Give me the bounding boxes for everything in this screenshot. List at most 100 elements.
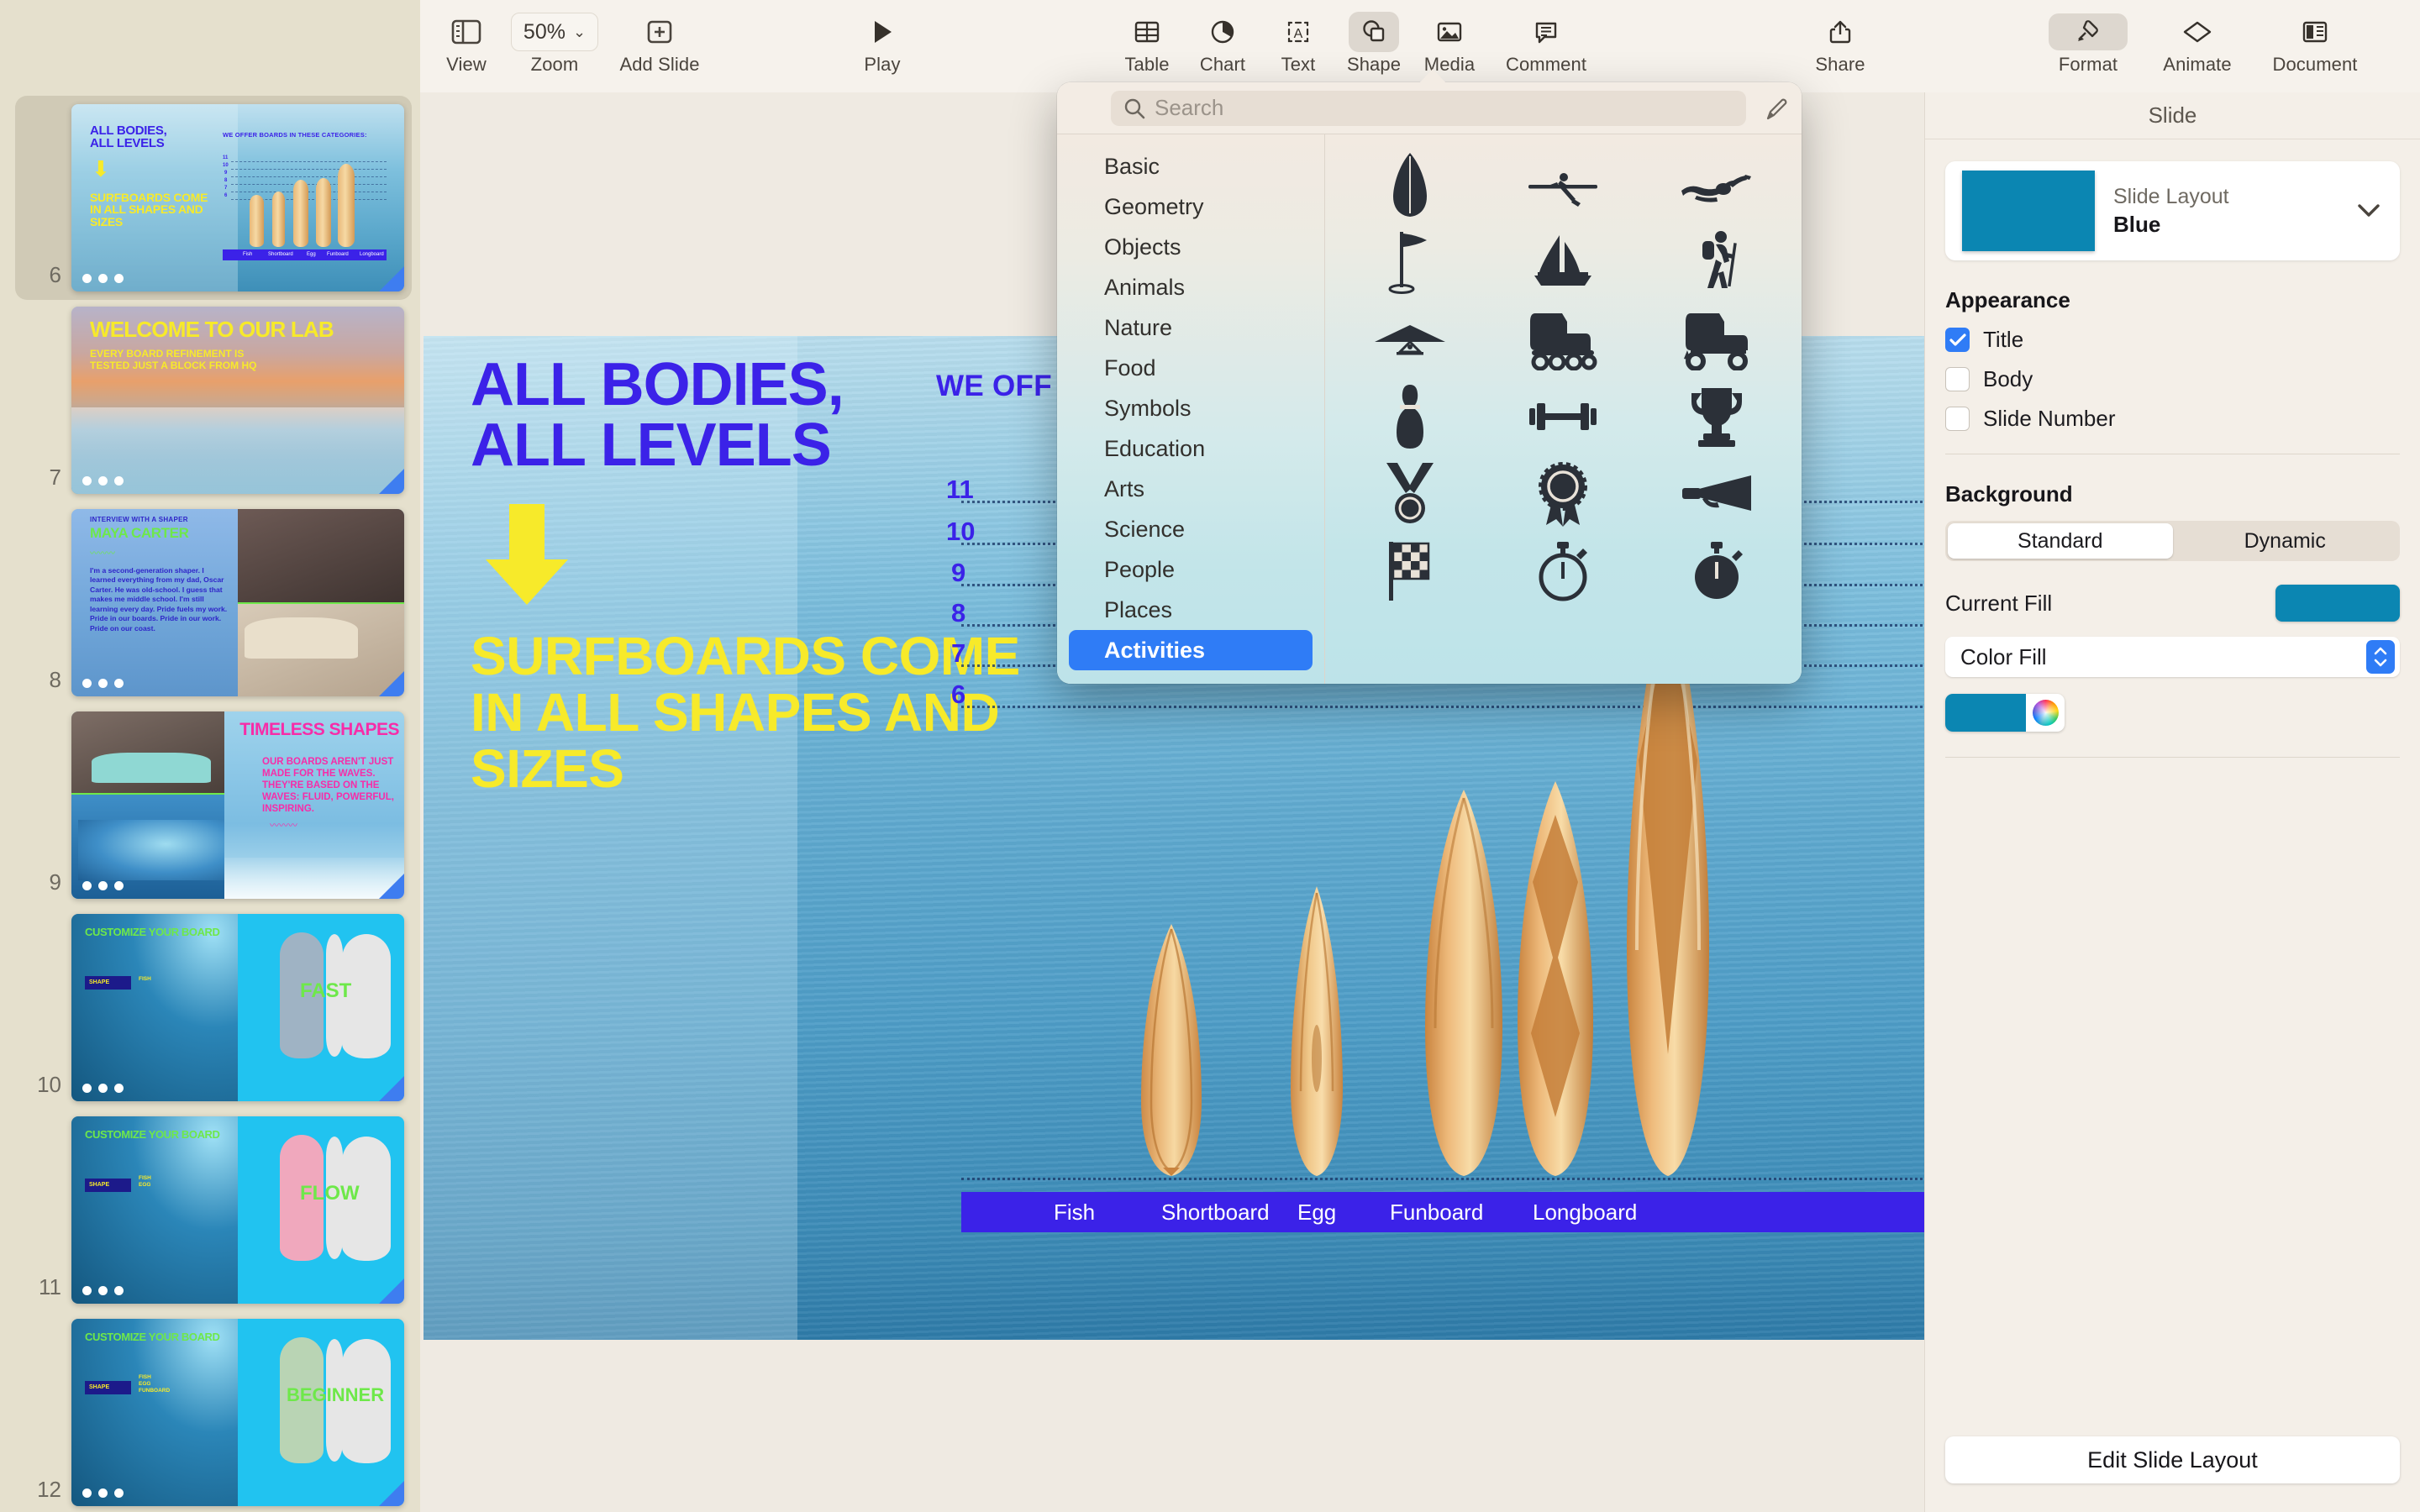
shape-category-people[interactable]: People (1069, 549, 1313, 590)
insert-shape-button[interactable]: Shape (1336, 0, 1412, 76)
appearance-title-row[interactable]: Title (1945, 327, 2400, 353)
shape-category-objects[interactable]: Objects (1069, 227, 1313, 267)
slide-navigator[interactable]: 6 ALL BODIES, ALL LEVELS ⬇ SURFBOARDS COM… (0, 92, 420, 1512)
shape-category-arts[interactable]: Arts (1069, 469, 1313, 509)
slide-layout-label: Slide Layout (2113, 184, 2229, 208)
thumb6-title-blue: ALL BODIES, ALL LEVELS (90, 123, 167, 151)
shape-grid[interactable] (1324, 134, 1802, 684)
medal-shape[interactable] (1334, 455, 1486, 533)
body-checkbox[interactable] (1945, 367, 1970, 391)
sailboat-shape[interactable] (1486, 223, 1639, 301)
share-button[interactable]: Share (1802, 0, 1878, 76)
slide-thumbnail-8[interactable]: INTERVIEW WITH A SHAPER MAYA CARTER 〰〰〰 … (71, 509, 404, 696)
slide-thumbnail-11[interactable]: CUSTOMIZE YOUR BOARD SHAPE FISH EGG FLOW (71, 1116, 404, 1304)
stopwatch-shape[interactable] (1486, 533, 1639, 610)
slide-number-checkbox[interactable] (1945, 407, 1970, 431)
toolbar-navigator-spacer (0, 0, 420, 92)
shape-category-list[interactable]: Basic Geometry Objects Animals Nature Fo… (1057, 134, 1324, 684)
slide-thumbnail-7[interactable]: WELCOME TO OUR LAB EVERY BOARD REFINEMEN… (71, 307, 404, 494)
shape-category-education[interactable]: Education (1069, 428, 1313, 469)
background-mode-segmented[interactable]: Standard Dynamic (1945, 521, 2400, 561)
shape-category-places[interactable]: Places (1069, 590, 1313, 630)
swimming-shape[interactable] (1640, 146, 1793, 223)
dumbbell-shape[interactable] (1486, 378, 1639, 455)
format-brush-icon[interactable] (2049, 13, 2128, 50)
edit-slide-layout-button[interactable]: Edit Slide Layout (1945, 1436, 2400, 1483)
stepper-icon[interactable] (2366, 640, 2395, 674)
view-label: View (446, 54, 487, 75)
pen-draw-icon[interactable] (1763, 97, 1788, 123)
insert-text-button[interactable]: A Text (1260, 0, 1336, 76)
checkered-flag-shape[interactable] (1334, 533, 1486, 610)
shape-icon[interactable] (1349, 12, 1399, 52)
thumb7-subtitle: EVERY BOARD REFINEMENT IS TESTED JUST A … (90, 348, 257, 372)
zoom-pill[interactable]: 50% ⌄ (510, 13, 599, 51)
inline-skate-shape[interactable] (1486, 301, 1639, 378)
shape-category-animals[interactable]: Animals (1069, 267, 1313, 307)
shape-category-basic[interactable]: Basic (1069, 146, 1313, 186)
navigator-slide-9[interactable]: 9 TIMELESS SHAPES OUR BOARDS AREN'T JUST… (0, 711, 420, 899)
shape-picker-popover[interactable]: Search Basic Geometry Objects Animals Na… (1057, 82, 1802, 684)
current-fill-swatch[interactable] (2275, 585, 2400, 622)
navigator-slide-11[interactable]: 11 CUSTOMIZE YOUR BOARD SHAPE FISH EGG F… (0, 1116, 420, 1304)
fill-type-select[interactable]: Color Fill (1945, 637, 2400, 677)
background-heading: Background (1945, 481, 2073, 507)
fill-color-swatch[interactable] (1945, 694, 2026, 732)
insert-media-button[interactable]: Media (1412, 0, 1487, 76)
megaphone-shape[interactable] (1640, 455, 1793, 533)
view-button[interactable]: View (429, 0, 504, 76)
rowing-shape[interactable] (1486, 146, 1639, 223)
document-label: Document (2272, 54, 2358, 75)
insert-table-button[interactable]: Table (1109, 0, 1185, 76)
appearance-slide-number-row[interactable]: Slide Number (1945, 406, 2400, 432)
shape-category-geometry[interactable]: Geometry (1069, 186, 1313, 227)
award-rosette-shape[interactable] (1486, 455, 1639, 533)
trophy-shape[interactable] (1640, 378, 1793, 455)
navigator-slide-10[interactable]: 10 CUSTOMIZE YOUR BOARD SHAPE FISH FAST (0, 914, 420, 1101)
shape-category-nature[interactable]: Nature (1069, 307, 1313, 348)
format-button[interactable]: Format (2033, 0, 2143, 76)
add-slide-icon (645, 12, 674, 52)
navigator-slide-8[interactable]: 8 INTERVIEW WITH A SHAPER MAYA CARTER 〰〰… (0, 509, 420, 696)
animate-button[interactable]: Animate (2143, 0, 2252, 76)
title-checkbox[interactable] (1945, 328, 1970, 352)
slide-thumbnail-10[interactable]: CUSTOMIZE YOUR BOARD SHAPE FISH FAST (71, 914, 404, 1101)
navigator-slide-7[interactable]: 7 WELCOME TO OUR LAB EVERY BOARD REFINEM… (0, 307, 420, 494)
shape-category-food[interactable]: Food (1069, 348, 1313, 388)
slide-thumbnail-6[interactable]: ALL BODIES, ALL LEVELS ⬇ SURFBOARDS COME I… (71, 104, 404, 291)
shape-category-science[interactable]: Science (1069, 509, 1313, 549)
slide-layout-card[interactable]: Slide Layout Blue (1945, 161, 2400, 260)
shape-category-symbols[interactable]: Symbols (1069, 388, 1313, 428)
document-button[interactable]: Document (2252, 0, 2378, 76)
chart-category-bar: Fish Shortboard Egg Funboard Longboard (961, 1192, 1928, 1232)
add-slide-button[interactable]: Add Slide (605, 0, 714, 76)
play-button[interactable]: Play (844, 0, 920, 76)
zoom-control[interactable]: 50% ⌄ Zoom (504, 0, 605, 76)
color-picker-button[interactable] (2026, 694, 2065, 732)
insert-comment-button[interactable]: Comment (1487, 0, 1605, 76)
navigator-slide-6[interactable]: 6 ALL BODIES, ALL LEVELS ⬇ SURFBOARDS COM… (0, 96, 420, 300)
navigator-slide-12[interactable]: 12 CUSTOMIZE YOUR BOARD SHAPE FISH EGG F… (0, 1319, 420, 1506)
segment-dynamic[interactable]: Dynamic (2173, 523, 2398, 559)
bowling-pin-shape[interactable] (1334, 378, 1486, 455)
fill-color-well[interactable] (1945, 694, 2065, 732)
surfboard-shape[interactable] (1334, 146, 1486, 223)
current-fill-row: Current Fill (1945, 585, 2400, 622)
slide-thumbnail-9[interactable]: TIMELESS SHAPES OUR BOARDS AREN'T JUST M… (71, 711, 404, 899)
slide-number-11: 11 (39, 1274, 61, 1299)
hang-glider-shape[interactable] (1334, 301, 1486, 378)
chevron-down-icon[interactable] (2354, 202, 2383, 220)
segment-standard[interactable]: Standard (1948, 523, 2173, 559)
text-icon: A (1284, 12, 1313, 52)
appearance-body-row[interactable]: Body (1945, 366, 2400, 392)
stopwatch-filled-shape[interactable] (1640, 533, 1793, 610)
insert-chart-button[interactable]: Chart (1185, 0, 1260, 76)
slide-number-12: 12 (37, 1477, 61, 1502)
slide-thumbnail-12[interactable]: CUSTOMIZE YOUR BOARD SHAPE FISH EGG FUNB… (71, 1319, 404, 1506)
search-input[interactable]: Search (1111, 90, 1746, 126)
roller-skate-shape[interactable] (1640, 301, 1793, 378)
bar-egg (1423, 790, 1504, 1176)
hiker-shape[interactable] (1640, 223, 1793, 301)
golf-flag-shape[interactable] (1334, 223, 1486, 301)
shape-category-activities[interactable]: Activities (1069, 630, 1313, 670)
